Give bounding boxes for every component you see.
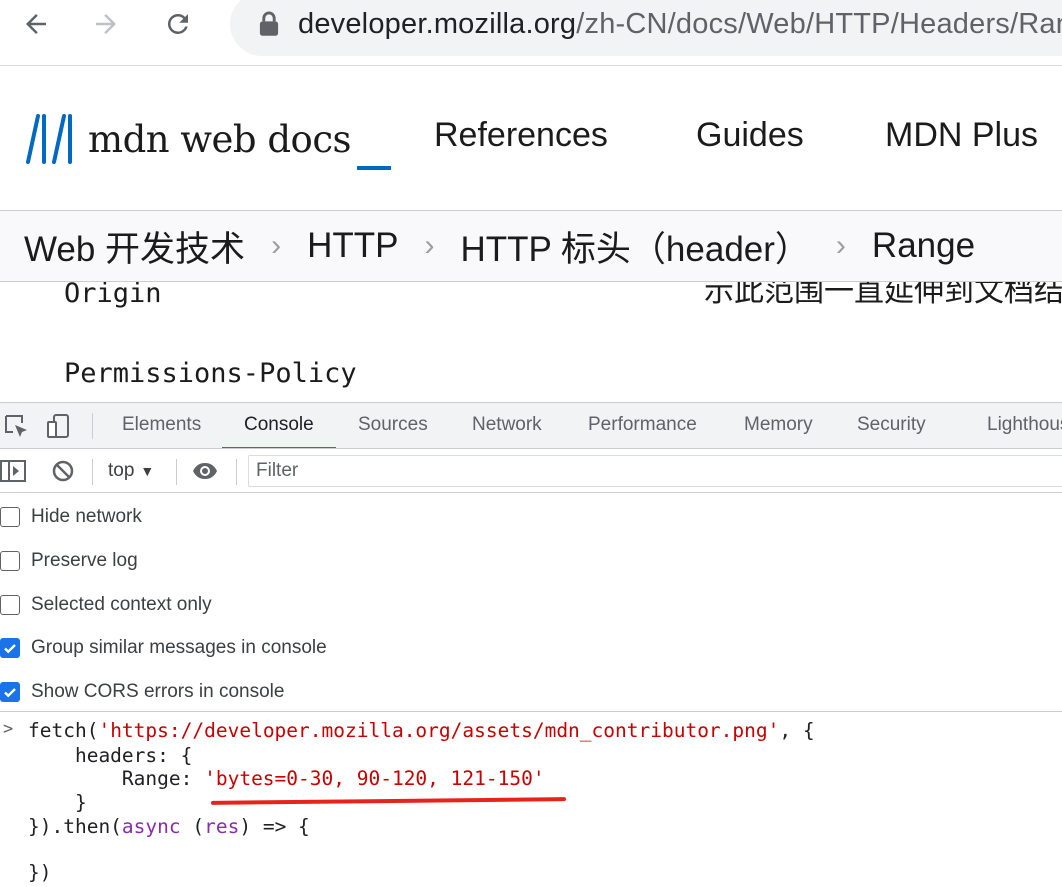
clear-console-icon[interactable]	[50, 458, 76, 484]
arrow-right-icon	[96, 14, 116, 34]
tab-sources[interactable]: Sources	[358, 403, 428, 448]
tab-performance[interactable]: Performance	[588, 403, 697, 448]
setting-label: Preserve log	[31, 550, 138, 571]
code-token: fetch(	[28, 719, 99, 742]
code-token: , {	[779, 719, 815, 742]
setting-show-cors-errors[interactable]: Show CORS errors in console	[0, 677, 284, 707]
breadcrumb-range[interactable]: Range	[872, 226, 975, 266]
setting-label: Group similar messages in console	[31, 637, 327, 658]
red-annotation-underline	[210, 797, 567, 805]
code-line-4: }	[28, 791, 87, 814]
url-text: developer.mozilla.org/zh-CN/docs/Web/HTT…	[298, 8, 1062, 41]
code-token: ) => {	[239, 815, 310, 838]
back-button[interactable]	[16, 4, 56, 44]
setting-group-similar[interactable]: Group similar messages in console	[0, 633, 327, 663]
code-line-3: Range: 'bytes=0-30, 90-120, 121-150'	[28, 767, 545, 790]
code-line-6: })	[28, 861, 52, 884]
tab-security[interactable]: Security	[857, 403, 926, 448]
mdn-logo[interactable]: mdn web docs	[24, 114, 392, 170]
nav-mdn-plus[interactable]: MDN Plus	[885, 116, 1038, 155]
console-toolbar: top ▼	[0, 449, 1062, 493]
inspect-element-icon[interactable]	[3, 413, 29, 439]
toolbar-divider	[236, 459, 237, 485]
nav-guides[interactable]: Guides	[696, 116, 804, 155]
show-cors-checkbox[interactable]	[0, 682, 20, 702]
checkmark-icon	[4, 688, 16, 698]
code-token: Range:	[28, 767, 205, 790]
code-string: 'bytes=0-30, 90-120, 121-150'	[204, 767, 545, 790]
toolbar-divider	[92, 413, 93, 439]
code-token: (	[180, 815, 205, 838]
sidebar-toggle-icon[interactable]	[0, 458, 26, 484]
tab-lighthouse[interactable]: Lighthouse	[987, 403, 1062, 448]
tab-memory[interactable]: Memory	[744, 403, 813, 448]
setting-preserve-log[interactable]: Preserve log	[0, 546, 138, 576]
breadcrumb: Web 开发技术 › HTTP › HTTP 标头（header） › Rang…	[0, 210, 1062, 282]
tab-network[interactable]: Network	[472, 403, 542, 448]
lock-icon	[259, 11, 279, 36]
logo-cursor	[357, 166, 392, 170]
console-settings: Hide network Preserve log Selected conte…	[0, 493, 1062, 712]
chevron-right-icon: ›	[424, 229, 435, 262]
mdn-header: mdn web docs References Guides MDN Plus	[0, 66, 1062, 210]
caret-down-icon: ▼	[140, 463, 155, 479]
code-keyword: async	[121, 815, 181, 838]
url-host: developer.mozilla.org	[298, 7, 577, 40]
devtools-tabbar: Elements Console Sources Network Perform…	[0, 403, 1062, 449]
tab-elements[interactable]: Elements	[122, 403, 201, 448]
setting-hide-network[interactable]: Hide network	[0, 502, 142, 532]
mdn-logo-mark-icon	[26, 114, 72, 164]
toolbar-divider	[176, 459, 177, 485]
eye-icon[interactable]	[192, 458, 218, 484]
code-line-1: fetch('https://developer.mozilla.org/ass…	[28, 719, 815, 742]
checkmark-icon	[4, 644, 16, 654]
hide-network-checkbox[interactable]	[0, 507, 20, 527]
console-filter-input[interactable]	[248, 455, 1062, 487]
code-string: 'https://developer.mozilla.org/assets/md…	[98, 719, 780, 742]
nav-references[interactable]: References	[434, 116, 608, 155]
breadcrumb-web[interactable]: Web 开发技术	[24, 221, 245, 272]
address-bar[interactable]: developer.mozilla.org/zh-CN/docs/Web/HTT…	[230, 0, 1062, 56]
toolbar-divider	[92, 459, 93, 485]
arrow-left-icon	[26, 14, 46, 34]
context-selector[interactable]: top ▼	[108, 449, 154, 493]
reload-button[interactable]	[158, 4, 198, 44]
code-line-5: }).then(async (res) => {	[28, 815, 310, 838]
chevron-right-icon: ›	[271, 229, 282, 262]
article-text-fragment: 示此范围一直延伸到文档结束	[704, 282, 1062, 308]
group-similar-checkbox[interactable]	[0, 638, 20, 658]
setting-label: Show CORS errors in console	[31, 681, 285, 702]
sidebar-link-origin[interactable]: Origin	[64, 282, 162, 309]
code-line-2: headers: {	[28, 744, 193, 767]
console-output[interactable]: > fetch('https://developer.mozilla.org/a…	[0, 713, 1062, 887]
code-param: res	[204, 815, 240, 838]
console-prompt-icon: >	[3, 719, 14, 739]
devtools-panel: Elements Console Sources Network Perform…	[0, 402, 1062, 887]
url-path: /zh-CN/docs/Web/HTTP/Headers/Range	[576, 7, 1062, 40]
context-value: top	[108, 460, 135, 481]
setting-label: Selected context only	[31, 594, 212, 615]
selected-context-checkbox[interactable]	[0, 595, 20, 615]
code-token: }).then(	[28, 815, 122, 838]
preserve-log-checkbox[interactable]	[0, 551, 20, 571]
breadcrumb-http[interactable]: HTTP	[307, 226, 398, 266]
breadcrumb-http-headers[interactable]: HTTP 标头（header）	[460, 221, 809, 272]
setting-selected-context-only[interactable]: Selected context only	[0, 590, 212, 620]
tab-console[interactable]: Console	[222, 403, 336, 448]
reload-icon	[167, 13, 188, 34]
forward-button[interactable]	[86, 4, 126, 44]
setting-label: Hide network	[31, 506, 142, 527]
logo-text: mdn web docs	[88, 118, 352, 161]
sidebar-link-permissions-policy[interactable]: Permissions-Policy	[64, 358, 357, 389]
device-toolbar-icon[interactable]	[46, 413, 72, 439]
chevron-right-icon: ›	[835, 229, 846, 262]
page-content: Origin Permissions-Policy 示此范围一直延伸到文档结束	[0, 282, 1062, 402]
browser-toolbar: developer.mozilla.org/zh-CN/docs/Web/HTT…	[0, 0, 1062, 66]
